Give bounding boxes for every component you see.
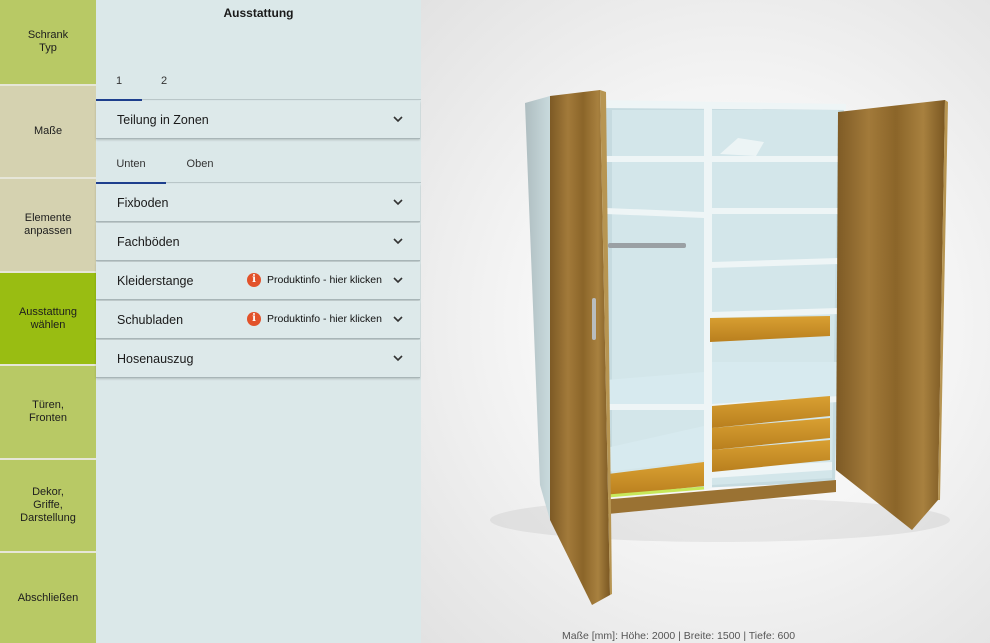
chevron-down-icon [393,238,403,245]
accordion-label: Fachböden [117,234,180,249]
panel-title: Ausstattung [223,6,294,20]
wardrobe-render[interactable] [421,0,990,643]
wardrobe-3d-view[interactable]: Maße [mm]: Höhe: 2000 | Breite: 1500 | T… [421,0,990,643]
tab-label: Oben [186,158,214,170]
tab-label: 1 [115,75,123,87]
accordion-fachboeden[interactable]: Fachböden [96,223,420,261]
wizard-steps: Schrank Typ Maße Elemente anpassen Ausst… [0,0,96,643]
step-label: Elemente anpassen [24,212,72,237]
accordion-label: Teilung in Zonen [117,112,209,127]
info-icon: i [247,273,261,287]
chevron-down-icon [393,355,403,362]
accordion-fixboden[interactable]: Fixboden [96,184,420,222]
tab-zone-1[interactable]: 1 [96,74,142,101]
chevron-down-icon [393,116,403,123]
step-tueren-fronten[interactable]: Türen, Fronten [0,366,96,460]
tab-label: Unten [116,158,146,170]
step-label: Dekor, Griffe, Darstellung [20,486,76,524]
step-label: Abschließen [17,591,79,604]
step-abschliessen[interactable]: Abschließen [0,553,96,643]
product-info-link[interactable]: i Produktinfo - hier klicken [247,312,382,326]
step-label: Schrank Typ [27,29,69,54]
tab-unten[interactable]: Unten [96,157,166,184]
chevron-down-icon [393,316,403,323]
step-ausstattung-waehlen[interactable]: Ausstattung wählen [0,273,96,366]
configuration-panel: Ausstattung 1 2 Teilung in Zonen Unten O… [96,0,421,643]
product-info-text: Produktinfo - hier klicken [267,313,382,325]
tab-zone-2[interactable]: 2 [142,74,186,100]
accordion-schubladen[interactable]: Schubladen i Produktinfo - hier klicken [96,301,420,339]
step-label: Maße [33,125,63,137]
dimensions-readout: Maße [mm]: Höhe: 2000 | Breite: 1500 | T… [562,630,796,642]
accordion-label: Fixboden [117,195,169,210]
chevron-down-icon [393,277,403,284]
accordion-teilung-in-zonen[interactable]: Teilung in Zonen [96,101,420,139]
step-elemente-anpassen[interactable]: Elemente anpassen [0,179,96,273]
tab-oben[interactable]: Oben [166,157,234,183]
tab-label: 2 [160,75,168,87]
accordion-label: Schubladen [117,312,184,327]
accordion-hosenauszug[interactable]: Hosenauszug [96,340,420,378]
step-schrank-typ[interactable]: Schrank Typ [0,0,96,86]
info-icon: i [247,312,261,326]
section-tabs: Unten Oben [96,157,421,184]
zone-tabs: 1 2 [96,74,421,101]
accordion-kleiderstange[interactable]: Kleiderstange i Produktinfo - hier klick… [96,262,420,300]
product-info-text: Produktinfo - hier klicken [267,274,382,286]
product-info-link[interactable]: i Produktinfo - hier klicken [247,273,382,287]
chevron-down-icon [393,199,403,206]
step-label: Türen, Fronten [29,399,67,424]
step-label: Ausstattung wählen [18,305,78,331]
step-masse[interactable]: Maße [0,86,96,179]
accordion-label: Kleiderstange [117,273,194,288]
step-dekor-griffe[interactable]: Dekor, Griffe, Darstellung [0,460,96,553]
accordion-label: Hosenauszug [117,351,194,366]
